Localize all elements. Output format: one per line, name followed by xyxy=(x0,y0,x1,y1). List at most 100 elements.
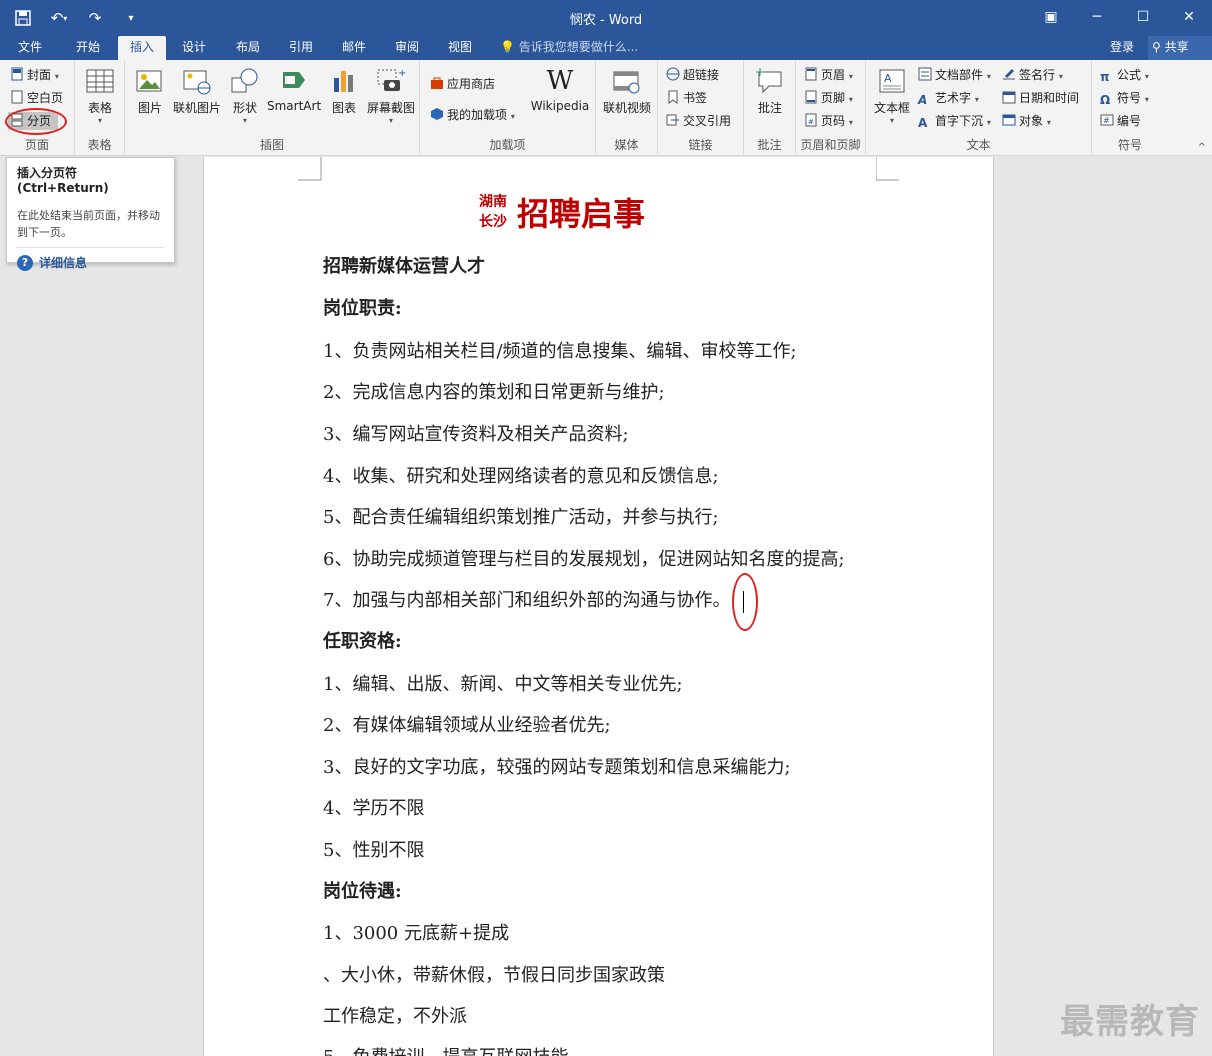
picture-label: 图片 xyxy=(137,101,162,115)
number-label: 编号 xyxy=(1117,114,1142,128)
date-time-label: 日期和时间 xyxy=(1019,91,1080,105)
picture-button[interactable]: 图片 xyxy=(133,66,167,116)
svg-text:A: A xyxy=(884,72,892,85)
paragraph: 4、收集、研究和处理网络读者的意见和反馈信息; xyxy=(323,466,719,487)
tooltip-more-info-link[interactable]: ? 详细信息 xyxy=(17,254,164,271)
group-header-footer: 页眉 ▾ 页脚 ▾ # 页码 ▾ 页眉和页脚 xyxy=(796,60,866,156)
cross-reference-button[interactable]: 交叉引用 xyxy=(666,111,731,131)
textbox-button[interactable]: A 文本框 ▾ xyxy=(872,66,912,125)
paragraph: 、大小休，带薪休假，节假日同步国家政策 xyxy=(323,965,665,986)
page-break-button[interactable]: 分页 xyxy=(10,111,51,131)
tooltip-divider xyxy=(17,247,164,248)
my-addins-button[interactable]: 我的加载项 ▾ xyxy=(430,105,515,125)
store-button[interactable]: 应用商店 xyxy=(430,74,495,94)
tooltip-body: 在此处结束当前页面，并移动到下一页。 xyxy=(17,209,160,239)
tab-view[interactable]: 视图 xyxy=(438,36,482,60)
share-button[interactable]: ⚲ 共享 xyxy=(1148,36,1212,60)
quick-parts-icon xyxy=(918,67,932,81)
tab-review[interactable]: 审阅 xyxy=(385,36,429,60)
paragraph: 1、3000 元底薪+提成 xyxy=(323,923,510,944)
number-button[interactable]: # 编号 xyxy=(1100,111,1141,131)
picture-icon xyxy=(135,66,165,96)
paragraph: 工作稳定，不外派 xyxy=(323,1006,467,1027)
sign-in-link[interactable]: 登录 xyxy=(1110,36,1134,58)
paragraph: 岗位待遇: xyxy=(323,881,402,902)
drop-cap-button[interactable]: A 首字下沉 ▾ xyxy=(918,111,991,131)
hyperlink-icon xyxy=(666,67,680,81)
paragraph: 2、完成信息内容的策划和日常更新与维护; xyxy=(323,382,665,403)
paragraph: 任职资格: xyxy=(323,631,402,652)
number-icon: # xyxy=(1100,113,1114,127)
paragraph: 招聘新媒体运营人才 xyxy=(323,256,485,277)
maximize-icon[interactable]: ☐ xyxy=(1120,0,1166,34)
online-picture-label: 联机图片 xyxy=(172,101,221,115)
tab-home[interactable]: 开始 xyxy=(66,36,110,60)
wikipedia-icon: W xyxy=(546,66,574,96)
wordart-button[interactable]: A 艺术字 ▾ xyxy=(918,88,979,108)
tab-mailings[interactable]: 邮件 xyxy=(332,36,376,60)
wikipedia-button[interactable]: W Wikipedia xyxy=(528,66,592,113)
symbol-button[interactable]: Ω 符号 ▾ xyxy=(1100,88,1149,108)
online-picture-button[interactable]: 联机图片 xyxy=(171,66,223,116)
screenshot-button[interactable]: + 屏幕截图 ▾ xyxy=(365,66,417,125)
footer-label: 页脚 xyxy=(821,91,846,105)
group-comments: + 批注 批注 xyxy=(744,60,796,156)
online-video-icon xyxy=(612,66,642,96)
tab-file[interactable]: 文件 xyxy=(8,36,52,60)
symbol-label: 符号 xyxy=(1117,91,1142,105)
paragraph: 7、加强与内部相关部门和组织外部的沟通与协作。 xyxy=(323,590,731,611)
wordart-label: 艺术字 xyxy=(935,91,972,105)
group-media: 联机视频 媒体 xyxy=(596,60,658,156)
tab-insert[interactable]: 插入 xyxy=(118,36,166,60)
group-label-header-footer: 页眉和页脚 xyxy=(800,138,861,152)
wikipedia-label: Wikipedia xyxy=(530,99,590,113)
blank-page-button[interactable]: 空白页 xyxy=(10,88,63,108)
my-addins-label: 我的加载项 xyxy=(447,108,508,122)
window-controls: ▣ ─ ☐ ✕ xyxy=(1028,0,1212,34)
document-heading: 湖南 长沙 招聘启事 xyxy=(479,189,645,235)
online-video-button[interactable]: 联机视频 xyxy=(600,66,654,116)
calendar-icon xyxy=(1002,90,1016,104)
bookmark-button[interactable]: 书签 xyxy=(666,88,707,108)
comment-button[interactable]: + 批注 xyxy=(750,65,790,116)
chart-button[interactable]: 图表 xyxy=(327,66,361,116)
shapes-button[interactable]: 形状 ▾ xyxy=(227,66,263,125)
drop-cap-label: 首字下沉 xyxy=(935,114,984,128)
tab-references[interactable]: 引用 xyxy=(279,36,323,60)
table-label: 表格 xyxy=(87,101,112,115)
date-time-button[interactable]: 日期和时间 xyxy=(1002,88,1079,108)
minimize-icon[interactable]: ─ xyxy=(1074,0,1120,34)
tell-me-box[interactable]: 💡 告诉我您想要做什么... xyxy=(500,36,638,60)
paragraph: 1、负责网站相关栏目/频道的信息搜集、编辑、审校等工作; xyxy=(323,341,797,362)
cross-reference-icon xyxy=(666,113,680,127)
paragraph: 1、编辑、出版、新闻、中文等相关专业优先; xyxy=(323,674,683,695)
paragraph: 4、学历不限 xyxy=(323,798,425,819)
close-icon[interactable]: ✕ xyxy=(1166,0,1212,34)
page-number-button[interactable]: # 页码 ▾ xyxy=(804,111,853,131)
group-illustrations: 图片 联机图片 形状 ▾ SmartArt 图表 + 屏幕截图 ▾ 插图 xyxy=(125,60,420,156)
equation-button[interactable]: π 公式 ▾ xyxy=(1100,65,1149,85)
hyperlink-button[interactable]: 超链接 xyxy=(666,65,719,85)
document-page[interactable]: 湖南 长沙 招聘启事 招聘新媒体运营人才 岗位职责: 1、负责网站相关栏目/频道… xyxy=(203,157,994,1056)
tooltip-title: 插入分页符 (Ctrl+Return) xyxy=(17,166,109,195)
group-tables: 表格 ▾ 表格 xyxy=(75,60,125,156)
object-button[interactable]: 对象 ▾ xyxy=(1002,111,1051,131)
collapse-ribbon-icon[interactable]: ^ xyxy=(1198,142,1206,153)
svg-text:#: # xyxy=(808,118,814,126)
tell-me-placeholder: 告诉我您想要做什么... xyxy=(518,40,639,54)
paragraph: 岗位职责: xyxy=(323,298,402,319)
shapes-label: 形状 xyxy=(232,101,257,115)
footer-button[interactable]: 页脚 ▾ xyxy=(804,88,853,108)
my-addins-icon xyxy=(430,107,444,121)
tab-design[interactable]: 设计 xyxy=(172,36,216,60)
signature-line-button[interactable]: 签名行 ▾ xyxy=(1002,65,1063,85)
paragraph: 3、良好的文字功底，较强的网站专题策划和信息采编能力; xyxy=(323,757,791,778)
tab-layout[interactable]: 布局 xyxy=(226,36,270,60)
ribbon-display-options-icon[interactable]: ▣ xyxy=(1028,0,1074,34)
table-button[interactable]: 表格 ▾ xyxy=(83,66,117,125)
share-label: 共享 xyxy=(1164,40,1189,54)
header-button[interactable]: 页眉 ▾ xyxy=(804,65,853,85)
cover-page-button[interactable]: 封面 ▾ xyxy=(10,65,59,85)
smartart-button[interactable]: SmartArt xyxy=(267,66,321,113)
quick-parts-button[interactable]: 文档部件 ▾ xyxy=(918,65,991,85)
